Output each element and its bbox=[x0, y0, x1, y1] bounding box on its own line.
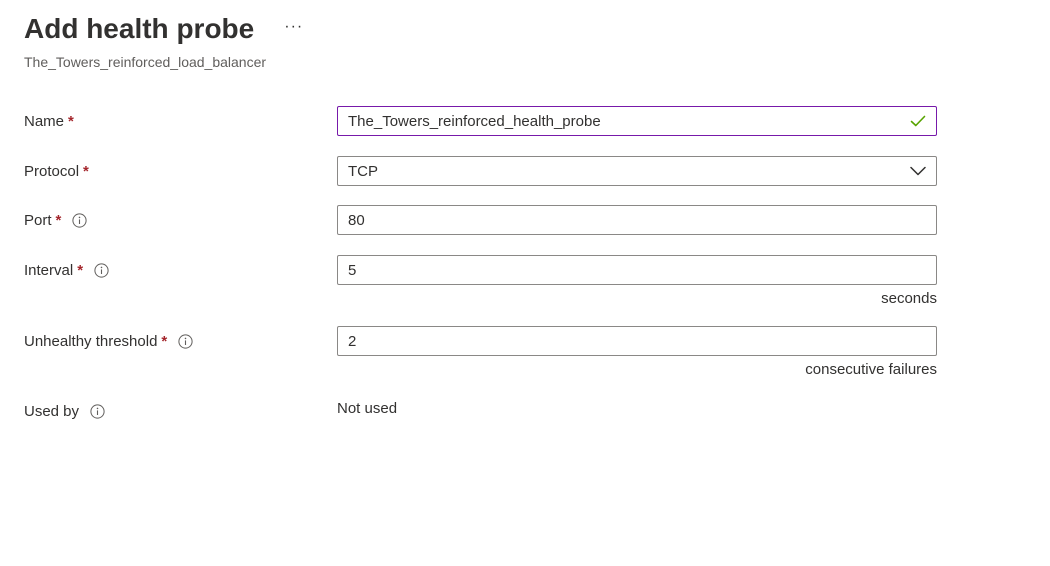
required-asterisk: * bbox=[68, 113, 74, 130]
blade-header: Add health probe ··· The_Towers_reinforc… bbox=[24, 10, 1024, 70]
page-title: Add health probe bbox=[24, 13, 255, 44]
title-row: Add health probe ··· bbox=[24, 10, 1024, 48]
interval-input[interactable]: 5 bbox=[337, 255, 937, 285]
port-label-text: Port bbox=[24, 212, 52, 229]
name-label: Name * bbox=[24, 113, 74, 130]
chevron-down-icon bbox=[910, 166, 926, 176]
protocol-selected-value: TCP bbox=[348, 162, 378, 180]
info-icon[interactable] bbox=[178, 334, 193, 349]
info-icon[interactable] bbox=[72, 213, 87, 228]
interval-label-text: Interval bbox=[24, 262, 74, 279]
unhealthy-threshold-label: Unhealthy threshold * bbox=[24, 333, 193, 350]
unhealthy-threshold-input-value: 2 bbox=[348, 332, 357, 350]
interval-label: Interval * bbox=[24, 262, 109, 279]
required-asterisk: * bbox=[55, 212, 62, 229]
protocol-label: Protocol * bbox=[24, 163, 89, 180]
port-label: Port * bbox=[24, 212, 87, 229]
used-by-value: Not used bbox=[337, 400, 398, 417]
used-by-label-text: Used by bbox=[24, 403, 80, 420]
required-asterisk: * bbox=[83, 163, 89, 180]
name-label-text: Name bbox=[24, 113, 65, 130]
protocol-dropdown[interactable]: TCP bbox=[337, 156, 937, 186]
checkmark-icon bbox=[910, 114, 926, 128]
protocol-label-text: Protocol bbox=[24, 163, 80, 180]
unhealthy-threshold-label-text: Unhealthy threshold bbox=[24, 333, 158, 350]
port-input-value: 80 bbox=[348, 211, 365, 229]
info-icon[interactable] bbox=[94, 263, 109, 278]
used-by-label: Used by bbox=[24, 403, 105, 420]
page-subtitle: The_Towers_reinforced_load_balancer bbox=[24, 54, 267, 70]
port-input[interactable]: 80 bbox=[337, 205, 937, 235]
interval-unit: seconds bbox=[881, 290, 937, 307]
name-input[interactable]: The_Towers_reinforced_health_probe bbox=[337, 106, 937, 136]
info-icon[interactable] bbox=[90, 404, 105, 419]
unhealthy-threshold-unit: consecutive failures bbox=[805, 361, 937, 378]
more-options-button[interactable]: ··· bbox=[284, 19, 303, 35]
unhealthy-threshold-input[interactable]: 2 bbox=[337, 326, 937, 356]
interval-input-value: 5 bbox=[348, 261, 357, 279]
required-asterisk: * bbox=[161, 333, 168, 350]
name-input-value: The_Towers_reinforced_health_probe bbox=[348, 112, 601, 130]
required-asterisk: * bbox=[77, 262, 84, 279]
